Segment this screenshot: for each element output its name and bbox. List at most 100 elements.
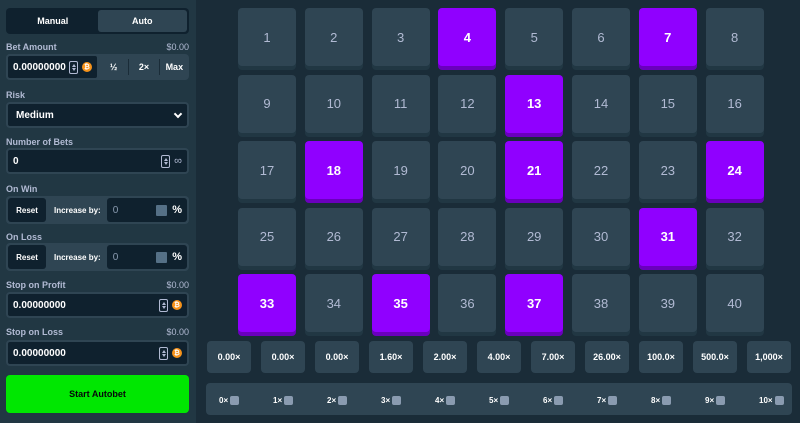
keno-tile-9[interactable]: 9 xyxy=(238,74,296,133)
start-autobet-button[interactable]: Start Autobet xyxy=(6,375,189,413)
hits-count: 0× xyxy=(219,395,229,405)
max-bet-button[interactable]: Max xyxy=(160,54,189,80)
bet-amount-label-row: Bet Amount $0.00 xyxy=(6,42,189,52)
stop-profit-label: Stop on Profit xyxy=(6,280,66,290)
keno-tile-32[interactable]: 32 xyxy=(705,207,764,266)
number-of-bets-label: Number of Bets xyxy=(6,137,74,147)
keno-tile-12[interactable]: 12 xyxy=(438,74,497,133)
stepper-icon xyxy=(156,204,168,216)
on-loss-percent-value: 0 xyxy=(112,251,119,263)
hits-label: 5× xyxy=(489,392,510,408)
hits-label: 7× xyxy=(597,392,618,408)
bet-amount-group: 0.00000000 ₿ ½ 2× Max xyxy=(6,54,189,80)
gem-icon xyxy=(446,395,456,405)
keno-tile-21[interactable]: 21 xyxy=(505,141,564,199)
tab-auto[interactable]: Auto xyxy=(97,10,187,32)
keno-tile-29[interactable]: 29 xyxy=(505,207,564,266)
multiplier-chip: 4.00× xyxy=(477,341,521,373)
multiplier-chip: 2.00× xyxy=(423,341,467,373)
hits-label: 8× xyxy=(651,392,672,408)
bitcoin-icon: ₿ xyxy=(172,300,182,310)
keno-tile-15[interactable]: 15 xyxy=(638,74,697,133)
keno-tile-19[interactable]: 19 xyxy=(371,141,430,199)
keno-tile-2[interactable]: 2 xyxy=(304,8,363,66)
on-loss-percent-input[interactable]: 0 % xyxy=(106,245,187,269)
number-of-bets-input[interactable]: 0 ∞ xyxy=(6,148,189,174)
gem-icon xyxy=(500,395,510,405)
on-win-reset-button[interactable]: Reset xyxy=(8,198,46,222)
bitcoin-icon: ₿ xyxy=(172,348,182,358)
keno-tile-35[interactable]: 35 xyxy=(371,274,430,332)
hits-count: 9× xyxy=(705,395,715,405)
keno-tile-39[interactable]: 39 xyxy=(638,274,697,332)
hits-count: 8× xyxy=(651,395,661,405)
keno-tile-13[interactable]: 13 xyxy=(505,74,564,133)
stop-loss-input[interactable]: 0.00000000 ₿ xyxy=(6,340,189,366)
on-win-increase-button[interactable]: Increase by: xyxy=(46,206,107,215)
keno-tile-16[interactable]: 16 xyxy=(705,74,764,133)
on-loss-reset-button[interactable]: Reset xyxy=(8,245,46,269)
keno-tile-31[interactable]: 31 xyxy=(638,207,697,266)
gem-icon xyxy=(662,395,672,405)
keno-tile-28[interactable]: 28 xyxy=(438,207,497,266)
stop-loss-stepper-icon[interactable] xyxy=(159,346,168,360)
keno-tile-22[interactable]: 22 xyxy=(572,141,630,199)
risk-select[interactable]: Medium xyxy=(6,102,189,128)
keno-tile-33[interactable]: 33 xyxy=(238,274,296,332)
hits-label: 2× xyxy=(327,392,348,408)
keno-tile-11[interactable]: 11 xyxy=(371,74,430,133)
on-loss-increase-button[interactable]: Increase by: xyxy=(46,253,107,262)
keno-tile-17[interactable]: 17 xyxy=(238,141,296,199)
percent-icon: % xyxy=(172,251,182,263)
tab-manual[interactable]: Manual xyxy=(8,10,98,32)
hits-label: 1× xyxy=(273,392,294,408)
stop-profit-stepper-icon[interactable] xyxy=(159,298,168,312)
keno-tile-27[interactable]: 27 xyxy=(371,207,430,266)
double-bet-button[interactable]: 2× xyxy=(129,54,158,80)
keno-tile-40[interactable]: 40 xyxy=(705,274,764,332)
hits-label: 3× xyxy=(381,392,402,408)
bet-amount-usd: $0.00 xyxy=(166,42,189,52)
bitcoin-icon: ₿ xyxy=(82,62,92,72)
multiplier-chip: 0.00× xyxy=(261,341,305,373)
stepper-icon xyxy=(156,251,168,263)
keno-tile-18[interactable]: 18 xyxy=(304,141,363,199)
infinity-icon[interactable]: ∞ xyxy=(174,155,182,167)
keno-tile-20[interactable]: 20 xyxy=(438,141,497,199)
keno-tile-24[interactable]: 24 xyxy=(705,141,764,199)
keno-tile-30[interactable]: 30 xyxy=(572,207,630,266)
keno-tile-14[interactable]: 14 xyxy=(572,74,630,133)
multiplier-chip: 1,000× xyxy=(747,341,791,373)
keno-tile-34[interactable]: 34 xyxy=(304,274,363,332)
keno-tile-4[interactable]: 4 xyxy=(438,8,497,66)
keno-tile-36[interactable]: 36 xyxy=(438,274,497,332)
bet-amount-stepper-icon[interactable] xyxy=(69,60,78,74)
gem-icon xyxy=(774,395,784,405)
keno-tile-3[interactable]: 3 xyxy=(371,8,430,66)
keno-tile-26[interactable]: 26 xyxy=(304,207,363,266)
stop-loss-label-row: Stop on Loss $0.00 xyxy=(6,327,189,337)
on-win-percent-input[interactable]: 0 % xyxy=(106,198,187,222)
number-of-bets-stepper-icon[interactable] xyxy=(161,154,171,168)
hits-count: 4× xyxy=(435,395,445,405)
half-bet-button[interactable]: ½ xyxy=(99,54,128,80)
keno-tile-37[interactable]: 37 xyxy=(505,274,564,332)
multiplier-chip: 0.00× xyxy=(315,341,359,373)
stop-profit-label-row: Stop on Profit $0.00 xyxy=(6,280,189,290)
bet-amount-input[interactable]: 0.00000000 ₿ xyxy=(6,54,99,80)
stop-profit-input[interactable]: 0.00000000 ₿ xyxy=(6,292,189,318)
keno-tile-23[interactable]: 23 xyxy=(638,141,697,199)
hits-count: 1× xyxy=(273,395,283,405)
keno-tile-25[interactable]: 25 xyxy=(238,207,296,266)
on-win-label: On Win xyxy=(6,184,38,194)
keno-tile-6[interactable]: 6 xyxy=(572,8,630,66)
keno-tile-5[interactable]: 5 xyxy=(505,8,564,66)
keno-tile-1[interactable]: 1 xyxy=(238,8,296,66)
keno-tile-38[interactable]: 38 xyxy=(572,274,630,332)
keno-tile-10[interactable]: 10 xyxy=(304,74,363,133)
multiplier-chip: 7.00× xyxy=(531,341,575,373)
bet-amount-label: Bet Amount xyxy=(6,42,57,52)
keno-tile-8[interactable]: 8 xyxy=(705,8,764,66)
keno-tile-7[interactable]: 7 xyxy=(638,8,697,66)
hits-label: 10× xyxy=(759,392,784,408)
